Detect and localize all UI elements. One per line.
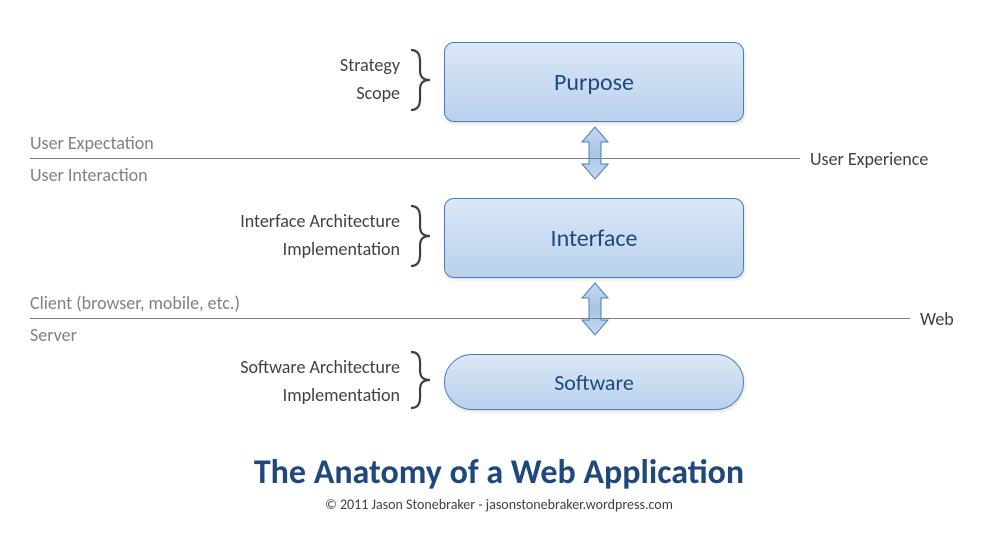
divider-lower-right: Web [920,308,954,330]
divider-upper [30,158,800,159]
divider-upper-below: User Interaction [30,164,148,186]
brace-icon [408,48,432,112]
software-aspect-1: Software Architecture [210,356,400,378]
divider-lower-below: Server [30,324,77,346]
purpose-label: Purpose [554,68,634,97]
purpose-aspect-1: Strategy [230,54,400,76]
brace-icon [408,350,432,410]
purpose-aspect-2: Scope [230,82,400,104]
purpose-box: Purpose [444,42,744,122]
divider-lower [30,318,910,319]
interface-aspect-1: Interface Architecture [220,210,400,232]
diagram-canvas: Purpose Strategy Scope User Expectation … [0,0,998,553]
interface-aspect-2: Implementation [220,238,400,260]
divider-upper-above: User Expectation [30,132,154,154]
page-title: The Anatomy of a Web Application [0,452,998,493]
divider-upper-right: User Experience [810,148,928,170]
interface-label: Interface [551,224,638,253]
arrow-interface-software [580,282,610,336]
software-aspect-2: Implementation [210,384,400,406]
interface-box: Interface [444,198,744,278]
arrow-purpose-interface [580,126,610,180]
credit-line: © 2011 Jason Stonebraker - jasonstonebra… [0,496,998,513]
divider-lower-above: Client (browser, mobile, etc.) [30,292,240,314]
software-label: Software [554,369,634,396]
brace-icon [408,204,432,268]
software-box: Software [444,354,744,410]
